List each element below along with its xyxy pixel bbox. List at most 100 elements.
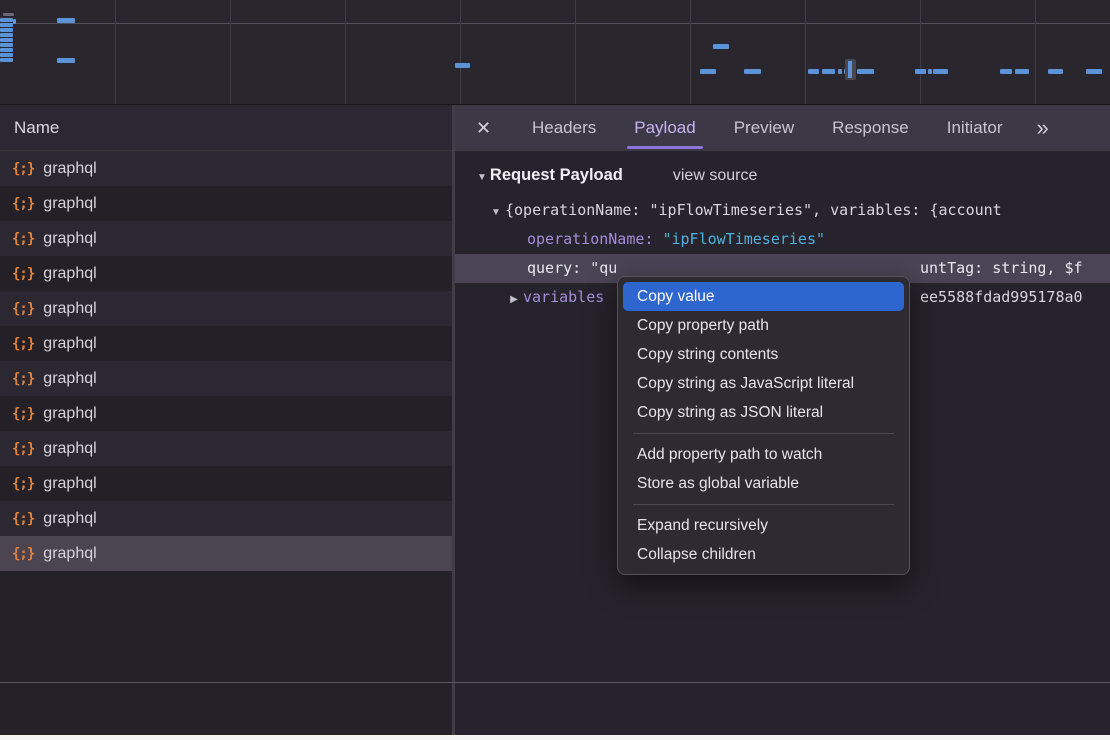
screenshot-bottom-edge [0,735,1110,740]
waterfall-request-bar[interactable] [713,44,729,49]
overview-gridline-vertical [805,0,806,104]
request-row[interactable]: {;}graphql [0,151,452,186]
requests-table: Name {;} graphql {;} graphql {;} graphql {;… [0,105,452,735]
waterfall-request-bar[interactable] [808,69,819,74]
waterfall-request-bar[interactable] [928,69,932,74]
menu-item-copy-string-json-literal[interactable]: Copy string as JSON literal [623,398,904,427]
request-name: graphql [43,300,96,318]
request-row[interactable]: {;}graphql [0,256,452,291]
waterfall-request-bar[interactable] [1015,69,1029,74]
json-fetch-icon: {;} [12,511,34,527]
request-row[interactable]: {;} graphql [0,326,452,361]
request-name: graphql [43,545,96,563]
waterfall-request-bar[interactable] [0,48,13,52]
tab-initiator[interactable]: Initiator [947,105,1003,151]
close-icon[interactable]: ✕ [476,118,494,139]
waterfall-request-bar[interactable] [57,18,75,23]
overview-gridline-vertical [1035,0,1036,104]
waterfall-request-bar[interactable] [0,28,13,32]
root-summary-text: {operationName: "ipFlowTimeseries", vari… [505,201,1002,219]
menu-item-copy-value[interactable]: Copy value [623,282,904,311]
json-fetch-icon: {;} [12,231,34,247]
tab-headers[interactable]: Headers [532,105,596,151]
json-fetch-icon: {;} [12,546,34,562]
footer-divider [0,682,1110,683]
request-name: graphql [43,160,96,178]
request-row[interactable]: {;} graphql [0,221,452,256]
overview-gridline-vertical [345,0,346,104]
waterfall-request-bar[interactable] [0,53,13,57]
overview-gridline-vertical [230,0,231,104]
menu-item-copy-string-js-literal[interactable]: Copy string as JavaScript literal [623,369,904,398]
waterfall-request-bar[interactable] [933,69,948,74]
request-row[interactable]: {;}graphql [0,291,452,326]
overview-gridline-horizontal [0,23,1110,24]
json-fetch-icon: {;} [12,266,34,282]
overview-gridline-vertical [575,0,576,104]
tree-row-root[interactable]: ▼{operationName: "ipFlowTimeseries", var… [455,196,1110,225]
menu-item-collapse-children[interactable]: Collapse children [623,540,904,569]
waterfall-request-bar[interactable] [57,58,75,63]
column-header-name[interactable]: Name [0,105,452,151]
overflow-tabs-icon[interactable]: » [1036,115,1046,141]
request-name: graphql [43,510,96,528]
menu-separator [633,504,894,505]
waterfall-request-bar[interactable] [0,43,13,47]
variables-value-fragment: ee5588fdad995178a0 [920,283,1083,312]
menu-item-copy-property-path[interactable]: Copy property path [623,311,904,340]
request-row[interactable]: {;} graphql [0,361,452,396]
expand-icon[interactable]: ▶ [505,285,523,312]
overview-gridline-vertical [920,0,921,104]
request-row[interactable]: {;} graphql [0,396,452,431]
request-row[interactable]: {;}graphql [0,466,452,501]
waterfall-request-bar[interactable] [1086,69,1102,74]
json-fetch-icon: {;} [12,371,34,387]
waterfall-request-bar[interactable] [838,69,842,74]
menu-item-add-property-path-to-watch[interactable]: Add property path to watch [623,440,904,469]
waterfall-selected-tick [848,61,852,78]
json-fetch-icon: {;} [12,336,34,352]
waterfall-request-bar[interactable] [0,58,13,62]
section-collapse-icon[interactable]: ▼ [477,172,487,183]
waterfall-request-bar[interactable] [915,69,926,74]
json-fetch-icon: {;} [12,406,34,422]
waterfall-request-bar[interactable] [1000,69,1012,74]
menu-separator [633,433,894,434]
waterfall-request-bar[interactable] [700,69,716,74]
request-name: graphql [43,370,96,388]
tab-payload[interactable]: Payload [634,105,695,151]
request-name: graphql [43,230,96,248]
tab-preview[interactable]: Preview [734,105,794,151]
waterfall-request-bar[interactable] [857,69,874,74]
waterfall-request-bar[interactable] [744,69,761,74]
menu-item-expand-recursively[interactable]: Expand recursively [623,511,904,540]
waterfall-request-bar[interactable] [13,19,16,24]
tree-row-operation-name[interactable]: operationName: "ipFlowTimeseries" [455,225,1110,254]
expand-icon[interactable]: ▼ [487,198,505,225]
menu-item-copy-string-contents[interactable]: Copy string contents [623,340,904,369]
waterfall-request-bar[interactable] [1048,69,1063,74]
request-row[interactable]: {;} graphql [0,501,452,536]
property-key: operationName: [527,230,662,248]
waterfall-request-bar[interactable] [0,18,13,22]
request-row[interactable]: {;}graphql [0,186,452,221]
view-source-link[interactable]: view source [673,167,757,185]
waterfall-request-bar[interactable] [822,69,835,74]
network-overview-timeline[interactable] [0,0,1110,105]
request-name: graphql [43,440,96,458]
request-row-selected[interactable]: {;} graphql [0,536,452,571]
overview-gridline-vertical [460,0,461,104]
json-fetch-icon: {;} [12,441,34,457]
waterfall-request-bar[interactable] [3,13,14,16]
request-name: graphql [43,335,96,353]
menu-item-store-as-global-variable[interactable]: Store as global variable [623,469,904,498]
waterfall-request-bar[interactable] [455,63,470,68]
waterfall-selected-marker[interactable] [845,59,856,80]
property-key: variables [523,288,604,306]
waterfall-request-bar[interactable] [0,23,13,27]
waterfall-request-bar[interactable] [0,38,13,42]
request-name: graphql [43,405,96,423]
waterfall-request-bar[interactable] [0,33,13,37]
tab-response[interactable]: Response [832,105,909,151]
request-row[interactable]: {;} graphql [0,431,452,466]
